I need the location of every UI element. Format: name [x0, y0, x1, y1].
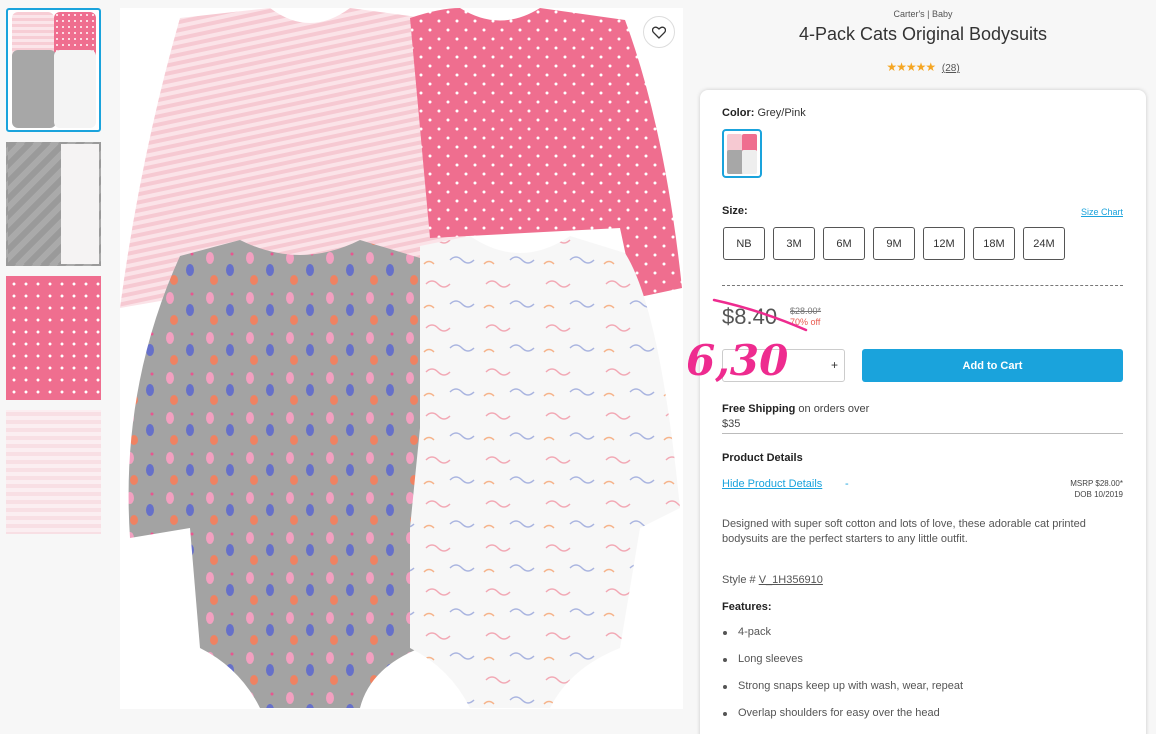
heart-outline-icon	[652, 26, 666, 39]
size-option-3m[interactable]: 3M	[773, 227, 815, 260]
size-chart-link[interactable]: Size Chart	[1081, 207, 1123, 217]
size-option-24m[interactable]: 24M	[1023, 227, 1065, 260]
feature-item: 4-pack	[722, 626, 963, 653]
feature-item: Overlap shoulders for easy over the head	[722, 707, 963, 734]
shipping-info: Free Shipping on orders over $35	[722, 402, 1123, 434]
thumbnail-2[interactable]	[6, 142, 101, 266]
bodysuits-illustration	[120, 8, 682, 708]
feature-item: Long sleeves	[722, 653, 963, 680]
dob-value: DOB 10/2019	[1074, 490, 1123, 499]
free-shipping-label: Free Shipping	[722, 403, 796, 415]
features-list: 4-pack Long sleeves Strong snaps keep up…	[722, 626, 963, 734]
size-option-12m[interactable]: 12M	[923, 227, 965, 260]
size-label: Size:	[722, 205, 748, 217]
size-option-9m[interactable]: 9M	[873, 227, 915, 260]
style-number: Style # V_1H356910	[722, 574, 823, 586]
features-title: Features:	[722, 601, 772, 613]
msrp-value: MSRP $28.00*	[1070, 479, 1123, 488]
divider	[722, 285, 1123, 286]
style-number-value: V_1H356910	[758, 574, 823, 586]
collapse-icon[interactable]: -	[845, 478, 849, 490]
shipping-text: on orders over	[795, 403, 870, 415]
size-option-nb[interactable]: NB	[723, 227, 765, 260]
hide-product-details-link[interactable]: Hide Product Details	[722, 478, 822, 490]
color-label: Color:	[722, 107, 755, 119]
breadcrumb[interactable]: Carter's | Baby	[700, 9, 1146, 19]
thumbnail-4[interactable]	[6, 410, 101, 534]
shipping-amount: $35	[722, 418, 741, 430]
rating: ★★★★★ (28)	[700, 60, 1146, 74]
handwritten-price: 6,30	[686, 336, 789, 385]
page-title: 4-Pack Cats Original Bodysuits	[798, 24, 1048, 44]
main-product-image	[120, 8, 683, 709]
product-details-title: Product Details	[722, 452, 803, 464]
purchase-card: Color: Grey/Pink Size: Size Chart NB 3M …	[686, 90, 1146, 734]
product-page: Carter's | Baby 4-Pack Cats Original Bod…	[0, 0, 1156, 734]
product-description: Designed with super soft cotton and lots…	[722, 518, 1086, 545]
handwritten-strike-mark	[712, 298, 808, 332]
feature-item: Strong snaps keep up with wash, wear, re…	[722, 680, 963, 707]
favorite-button[interactable]	[643, 16, 675, 48]
review-count-link[interactable]: (28)	[942, 63, 960, 74]
star-rating-icon: ★★★★★	[886, 60, 936, 74]
size-options: NB 3M 6M 9M 12M 18M 24M	[723, 227, 1065, 260]
msrp-info: MSRP $28.00* DOB 10/2019	[1070, 478, 1123, 500]
thumbnail-list	[6, 8, 102, 544]
style-label: Style #	[722, 574, 759, 586]
color-value: Grey/Pink	[757, 107, 806, 119]
thumbnail-3[interactable]	[6, 276, 101, 400]
quantity-plus-button[interactable]: +	[831, 358, 838, 372]
thumbnail-1[interactable]	[6, 8, 101, 132]
color-row: Color: Grey/Pink	[722, 107, 806, 119]
size-option-6m[interactable]: 6M	[823, 227, 865, 260]
size-option-18m[interactable]: 18M	[973, 227, 1015, 260]
color-swatch-grey-pink[interactable]	[722, 129, 762, 178]
add-to-cart-button[interactable]: Add to Cart	[862, 349, 1123, 382]
